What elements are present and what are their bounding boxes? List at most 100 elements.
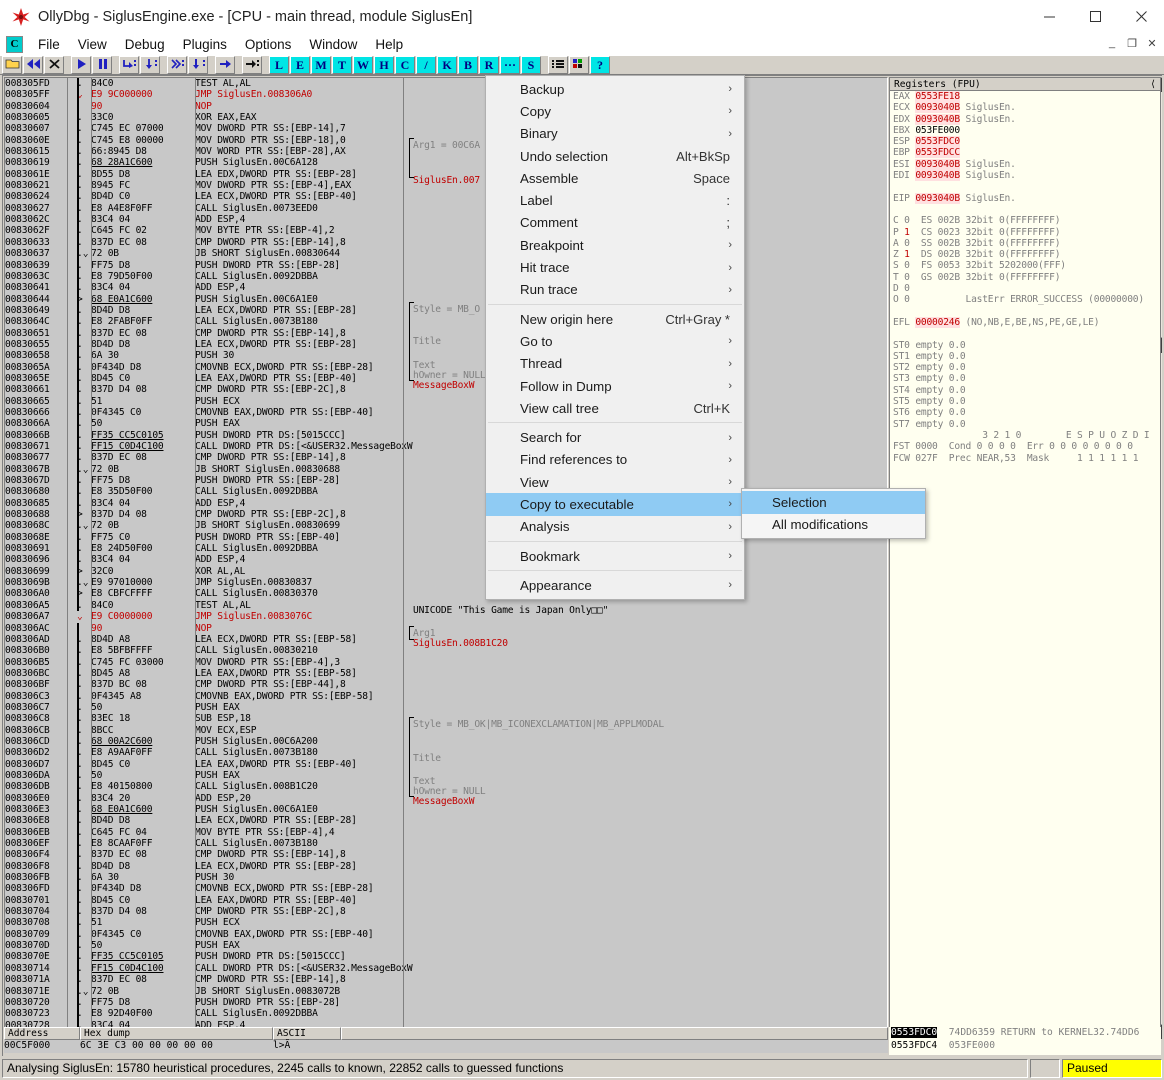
toolbar-run-button[interactable] bbox=[71, 56, 91, 74]
disassembly-row[interactable]: 00830714.FF15 C0D4C100CALL DWORD PTR DS:… bbox=[5, 963, 887, 974]
register-spacer[interactable] bbox=[890, 328, 1160, 339]
register-row-ecx[interactable]: ECX 0093040B SiglusEn. bbox=[890, 102, 1160, 113]
flag-row-Z[interactable]: Z 1 DS 002B 32bit 0(FFFFFFFF) bbox=[890, 249, 1160, 260]
fpu-row-st5[interactable]: ST5 empty 0.0 bbox=[890, 396, 1160, 407]
disassembly-row[interactable]: 008306C7.50PUSH EAX bbox=[5, 702, 887, 713]
disassembly-row[interactable]: 00830696.83C4 04ADD ESP,4 bbox=[5, 554, 887, 565]
dump-col-address[interactable]: Address bbox=[4, 1027, 80, 1040]
toolbar-open-file-button[interactable] bbox=[2, 56, 22, 74]
disassembly-row[interactable]: 00830637.⌄72 0BJB SHORT SiglusEn.0083064… bbox=[5, 248, 887, 259]
menu-item-search-for[interactable]: Search for› bbox=[486, 426, 744, 448]
toolbar-memory-map-button[interactable]: M bbox=[311, 56, 331, 74]
disassembly-row[interactable]: 0083064C.E8 2FABF0FFCALL SiglusEn.0073B1… bbox=[5, 316, 887, 327]
mdi-system-icon[interactable]: C bbox=[6, 36, 23, 53]
mdi-minimize-icon[interactable]: _ bbox=[1102, 34, 1122, 52]
disassembly-row[interactable]: 00830615.66:8945 D8MOV WORD PTR SS:[EBP-… bbox=[5, 146, 887, 157]
disassembly-row[interactable]: 0083066B.FF35 CC5C0105PUSH DWORD PTR DS:… bbox=[5, 430, 887, 441]
toolbar-run-trace-button[interactable]: ··· bbox=[500, 56, 520, 74]
menu-item-thread[interactable]: Thread› bbox=[486, 353, 744, 375]
stack-row[interactable]: 0553FDC4 053FE000 bbox=[889, 1040, 1161, 1053]
registers-pane[interactable]: Registers (FPU) ⟨ EAX 0553FE18 ECX 00930… bbox=[889, 77, 1161, 1039]
menu-item-assemble[interactable]: AssembleSpace bbox=[486, 167, 744, 189]
register-row-edx[interactable]: EDX 0093040B SiglusEn. bbox=[890, 114, 1160, 125]
close-icon[interactable] bbox=[1118, 0, 1164, 33]
context-submenu[interactable]: SelectionAll modifications bbox=[741, 488, 926, 539]
menu-item-hit-trace[interactable]: Hit trace› bbox=[486, 256, 744, 278]
disassembly-row[interactable]: 00830633.837D EC 08CMP DWORD PTR SS:[EBP… bbox=[5, 237, 887, 248]
disassembly-row[interactable]: 008306E0.83C4 20ADD ESP,20 bbox=[5, 793, 887, 804]
dump-col-ascii[interactable]: ASCII bbox=[273, 1027, 341, 1040]
toolbar-executable-modules-button[interactable]: E bbox=[290, 56, 310, 74]
fpu-row-st7[interactable]: ST7 empty 0.0 bbox=[890, 419, 1160, 430]
disassembly-row[interactable]: 008306A5.84C0TEST AL,AL bbox=[5, 600, 887, 611]
menu-item-analysis[interactable]: Analysis› bbox=[486, 516, 744, 538]
disassembly-row[interactable]: 008306FB.6A 30PUSH 30 bbox=[5, 872, 887, 883]
disassembly-row[interactable]: 008306C3.0F4345 A8CMOVNB EAX,DWORD PTR S… bbox=[5, 691, 887, 702]
menu-debug[interactable]: Debug bbox=[116, 36, 174, 53]
disassembly-row[interactable]: 008306BC.8D45 A8LEA EAX,DWORD PTR SS:[EB… bbox=[5, 668, 887, 679]
fpu-row-st4[interactable]: ST4 empty 0.0 bbox=[890, 385, 1160, 396]
dump-col-hex[interactable]: Hex dump bbox=[80, 1027, 273, 1040]
disassembly-row[interactable]: 0083067D.FF75 D8PUSH DWORD PTR SS:[EBP-2… bbox=[5, 475, 887, 486]
disassembly-pane[interactable]: 008305FD.84C0TEST AL,AL008305FF⌄E9 9C000… bbox=[4, 77, 888, 1039]
disassembly-row[interactable]: 00830691.E8 24D50F00CALL SiglusEn.0092DB… bbox=[5, 543, 887, 554]
toolbar-handles-button[interactable]: H bbox=[374, 56, 394, 74]
disassembly-row[interactable]: 00830624.8D4D C0LEA ECX,DWORD PTR SS:[EB… bbox=[5, 191, 887, 202]
register-spacer[interactable] bbox=[890, 306, 1160, 317]
disassembly-row[interactable]: 00830649.8D4D D8LEA ECX,DWORD PTR SS:[EB… bbox=[5, 305, 887, 316]
register-row-eax[interactable]: EAX 0553FE18 bbox=[890, 91, 1160, 102]
flag-row-O[interactable]: O 0 LastErr ERROR_SUCCESS (00000000) bbox=[890, 294, 1160, 305]
fpu-row-st6[interactable]: ST6 empty 0.0 bbox=[890, 407, 1160, 418]
stack-row[interactable]: 0553FDC0 74DD6359 RETURN to KERNEL32.74D… bbox=[889, 1027, 1161, 1040]
disassembly-row[interactable]: 0083070E.FF35 CC5C0105PUSH DWORD PTR DS:… bbox=[5, 951, 887, 962]
disassembly-row[interactable]: 008306CD.68 00A2C600PUSH SiglusEn.00C6A2… bbox=[5, 736, 887, 747]
disassembly-row[interactable]: 0083071E.⌄72 0BJB SHORT SiglusEn.0083072… bbox=[5, 986, 887, 997]
flag-row-C[interactable]: C 0 ES 002B 32bit 0(FFFFFFFF) bbox=[890, 215, 1160, 226]
disassembly-row[interactable]: 008306EF.E8 8CAAF0FFCALL SiglusEn.0073B1… bbox=[5, 838, 887, 849]
menu-help[interactable]: Help bbox=[366, 36, 412, 53]
disassembly-row[interactable]: 008306AD.8D4D A8LEA ECX,DWORD PTR SS:[EB… bbox=[5, 634, 887, 645]
menu-window[interactable]: Window bbox=[300, 36, 366, 53]
mdi-restore-icon[interactable]: ❐ bbox=[1122, 34, 1142, 52]
toolbar-cpu-window-button[interactable]: C bbox=[395, 56, 415, 74]
submenu-item-selection[interactable]: Selection bbox=[742, 491, 925, 514]
menu-file[interactable]: File bbox=[29, 36, 69, 53]
disassembly-row[interactable]: 008306F4.837D EC 08CMP DWORD PTR SS:[EBP… bbox=[5, 849, 887, 860]
menu-item-view[interactable]: View› bbox=[486, 471, 744, 493]
toolbar-patches-button[interactable]: / bbox=[416, 56, 436, 74]
disassembly-row[interactable]: 0083062F.C645 FC 02MOV BYTE PTR SS:[EBP-… bbox=[5, 225, 887, 236]
submenu-item-all-modifications[interactable]: All modifications bbox=[742, 514, 925, 537]
register-row-ebx[interactable]: EBX 053FE000 bbox=[890, 125, 1160, 136]
toolbar-execute-till-return-button[interactable] bbox=[215, 56, 235, 74]
toolbar-execute-till-cursor-button[interactable] bbox=[242, 56, 262, 74]
fpu-row-st1[interactable]: ST1 empty 0.0 bbox=[890, 351, 1160, 362]
disassembly-row[interactable]: 00830605.33C0XOR EAX,EAX bbox=[5, 112, 887, 123]
disassembly-row[interactable]: 0083070D.50PUSH EAX bbox=[5, 940, 887, 951]
fcw-row[interactable]: FCW 027F Prec NEAR,53 Mask 1 1 1 1 1 1 bbox=[890, 453, 1160, 464]
toolbar-log-window-button[interactable]: L bbox=[269, 56, 289, 74]
menu-item-backup[interactable]: Backup› bbox=[486, 78, 744, 100]
fpu-row-st3[interactable]: ST3 empty 0.0 bbox=[890, 373, 1160, 384]
disassembly-row[interactable]: 00830619.68 28A1C600PUSH SiglusEn.00C6A1… bbox=[5, 157, 887, 168]
disassembly-row[interactable]: 0083069B.⌄E9 97010000JMP SiglusEn.008308… bbox=[5, 577, 887, 588]
disassembly-row[interactable]: 008306B5.C745 FC 03000MOV DWORD PTR SS:[… bbox=[5, 657, 887, 668]
register-row-esp[interactable]: ESP 0553FDC0 bbox=[890, 136, 1160, 147]
toolbar-breakpoints-button[interactable]: B bbox=[458, 56, 478, 74]
flag-row-T[interactable]: T 0 GS 002B 32bit 0(FFFFFFFF) bbox=[890, 272, 1160, 283]
menu-item-label[interactable]: Label: bbox=[486, 189, 744, 211]
stack-pane[interactable]: 0553FDC0 74DD6359 RETURN to KERNEL32.74D… bbox=[889, 1027, 1161, 1055]
dump-row[interactable]: 00C5F000 6C 3E C3 00 00 00 00 00 l>Ã bbox=[4, 1040, 888, 1053]
toolbar-appearance-button[interactable] bbox=[569, 56, 589, 74]
disassembly-row[interactable]: 008305FF⌄E9 9C000000JMP SiglusEn.008306A… bbox=[5, 89, 887, 100]
disassembly-row[interactable]: 008306BF.837D BC 08CMP DWORD PTR SS:[EBP… bbox=[5, 679, 887, 690]
disassembly-row[interactable]: 008306DB.E8 40150800CALL SiglusEn.008B1C… bbox=[5, 781, 887, 792]
flag-row-P[interactable]: P 1 CS 0023 32bit 0(FFFFFFFF) bbox=[890, 227, 1160, 238]
menu-item-comment[interactable]: Comment; bbox=[486, 212, 744, 234]
disassembly-row[interactable]: 008306A7⌄E9 C0000000JMP SiglusEn.0083076… bbox=[5, 611, 887, 622]
menu-item-copy[interactable]: Copy› bbox=[486, 100, 744, 122]
disassembly-row[interactable]: 008306E8.8D4D D8LEA ECX,DWORD PTR SS:[EB… bbox=[5, 815, 887, 826]
dump-pane[interactable]: Address Hex dump ASCII 00C5F000 6C 3E C3… bbox=[4, 1027, 888, 1055]
menu-options[interactable]: Options bbox=[236, 36, 301, 53]
disassembly-row[interactable]: 0083065E.8D45 C0LEA EAX,DWORD PTR SS:[EB… bbox=[5, 373, 887, 384]
disassembly-row[interactable]: 00830699>32C0XOR AL,AL bbox=[5, 566, 887, 577]
